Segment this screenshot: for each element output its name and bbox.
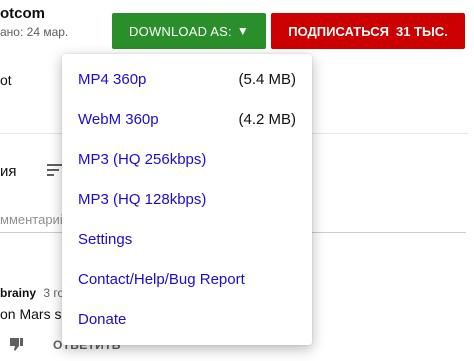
menu-item-label: MP4 360p (78, 70, 147, 88)
comment-text: on Mars se (0, 306, 70, 322)
download-as-label: DOWNLOAD AS: (129, 23, 232, 39)
dislike-icon[interactable] (9, 336, 25, 352)
channel-name[interactable]: otcom (0, 5, 45, 22)
menu-item-label: Contact/Help/Bug Report (78, 270, 245, 288)
menu-item-label: MP3 (HQ 256kbps) (78, 150, 207, 168)
menu-item-label: MP3 (HQ 128kbps) (78, 190, 207, 208)
comment-header: brainy 3 год (0, 286, 71, 300)
comments-heading: ия (0, 163, 17, 180)
menu-item-mp4-360p[interactable]: MP4 360p (5.4 MB) (62, 59, 312, 99)
menu-item-size: (5.4 MB) (238, 70, 296, 88)
published-date: ано: 24 мар. (0, 25, 69, 39)
menu-item-mp3-256[interactable]: MP3 (HQ 256kbps) (62, 139, 312, 179)
menu-item-label: WebM 360p (78, 110, 159, 128)
dropdown-arrow-icon: ▼ (236, 24, 249, 38)
menu-item-mp3-128[interactable]: MP3 (HQ 128kbps) (62, 179, 312, 219)
menu-item-label: Settings (78, 230, 133, 248)
subscriber-count: 31 ТЫС. (395, 23, 448, 39)
menu-item-label: Donate (78, 310, 127, 328)
download-menu: MP4 360p (5.4 MB) WebM 360p (4.2 MB) MP3… (62, 54, 312, 345)
menu-item-contact-help[interactable]: Contact/Help/Bug Report (62, 259, 312, 299)
menu-item-size: (4.2 MB) (238, 110, 296, 128)
page: otcom ано: 24 мар. ot ия мментарий brain… (0, 0, 474, 361)
subscribe-label: ПОДПИСАТЬСЯ (288, 23, 389, 39)
download-as-button[interactable]: DOWNLOAD AS: ▼ (112, 13, 266, 49)
menu-item-settings[interactable]: Settings (62, 219, 312, 259)
comment-input-placeholder[interactable]: мментарий (0, 212, 67, 227)
subscribe-button[interactable]: ПОДПИСАТЬСЯ 31 ТЫС. (271, 13, 465, 49)
menu-item-donate[interactable]: Donate (62, 299, 312, 339)
menu-item-webm-360p[interactable]: WebM 360p (4.2 MB) (62, 99, 312, 139)
comment-author[interactable]: brainy (0, 286, 36, 300)
description-text: ot (0, 72, 12, 88)
